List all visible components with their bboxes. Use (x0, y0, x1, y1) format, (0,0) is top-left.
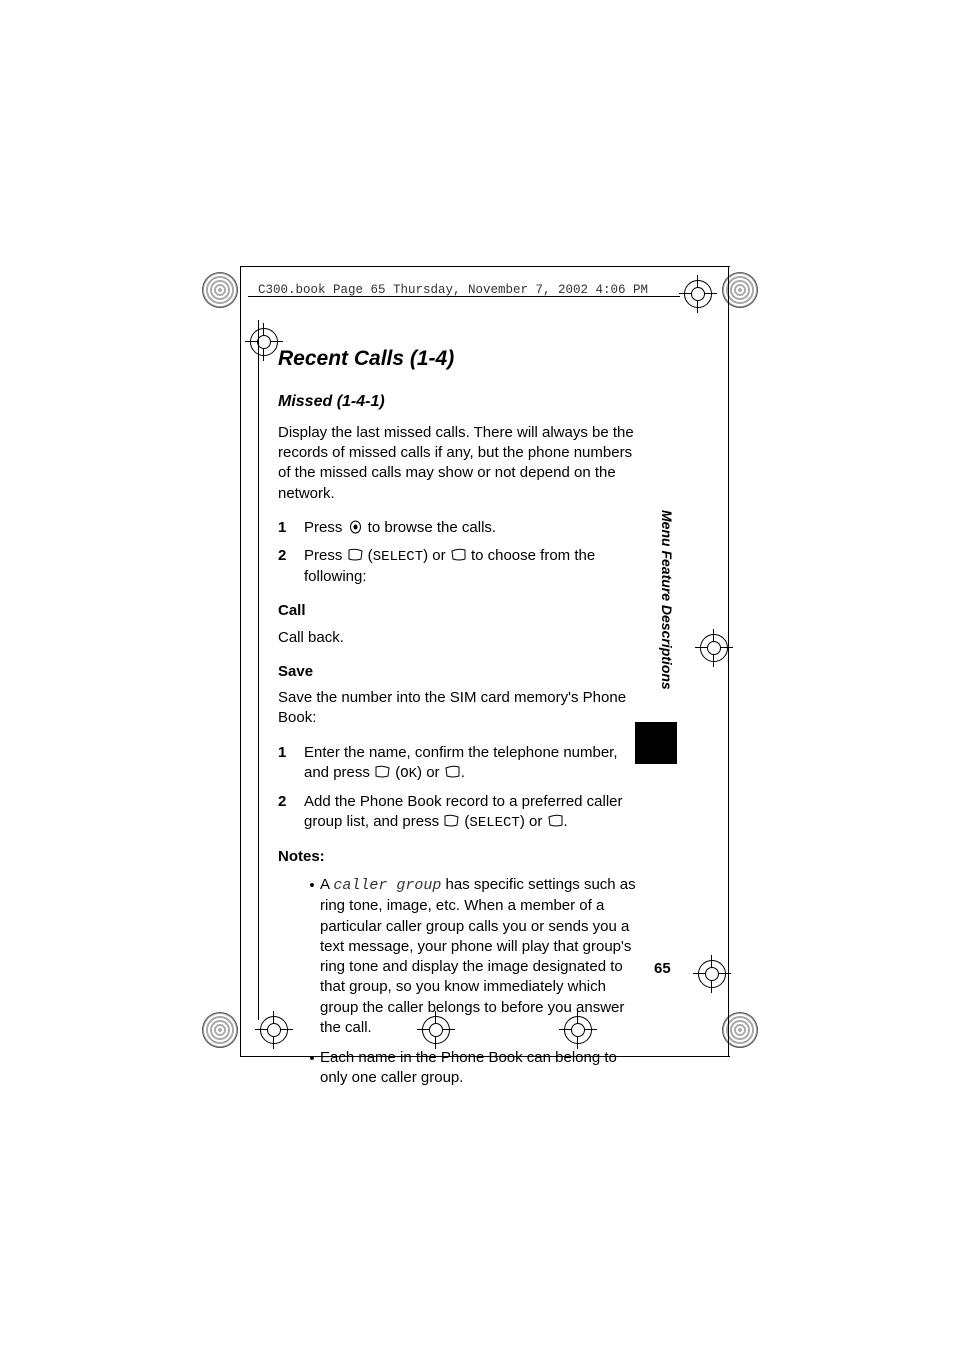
step-text: ) or (423, 547, 450, 564)
step-text: Press (304, 547, 347, 564)
note-text: has specific settings such as ring tone,… (320, 876, 636, 1036)
print-register-tr (684, 280, 712, 308)
print-register-b4 (698, 960, 726, 988)
crop-line (240, 266, 241, 1056)
bullet-icon: • (304, 1048, 320, 1089)
note-text: A (320, 876, 333, 893)
step-1: 1 Press to browse the calls. (278, 518, 643, 538)
step-text: Press (304, 519, 347, 536)
step-2: 2 Press (SELECT) or to choose from the f… (278, 546, 643, 587)
thumb-tab-lines (642, 726, 667, 747)
step-number: 2 (278, 546, 304, 587)
left-soft-icon (374, 765, 391, 779)
step-text: . (461, 764, 465, 781)
step-number: 1 (278, 743, 304, 784)
right-soft-icon (450, 548, 467, 562)
print-target-bl (200, 1010, 240, 1050)
page-body: Recent Calls (1-4) Missed (1-4-1) Displa… (278, 345, 643, 1099)
crop-line (258, 320, 259, 1020)
step-text: to browse the calls. (364, 519, 497, 536)
note-item-1: • A caller group has specific settings s… (304, 875, 643, 1038)
step-text: ) or (417, 764, 444, 781)
notes-list: • A caller group has specific settings s… (304, 875, 643, 1089)
save-steps: 1 Enter the name, confirm the telephone … (278, 743, 643, 833)
main-steps: 1 Press to browse the calls. 2 Press (SE… (278, 518, 643, 587)
softkey-label: SELECT (469, 815, 519, 831)
side-tab-label: Menu Feature Descriptions (659, 510, 675, 690)
softkey-label: SELECT (373, 549, 423, 565)
note-text: Each name in the Phone Book can belong t… (320, 1048, 643, 1089)
call-body: Call back. (278, 628, 643, 648)
print-target-tr (720, 270, 760, 310)
note-em: caller group (333, 877, 441, 894)
note-item-2: • Each name in the Phone Book can belong… (304, 1048, 643, 1089)
print-register-r (700, 634, 728, 662)
notes-heading: Notes: (278, 847, 643, 867)
section-heading: Recent Calls (1-4) (278, 345, 643, 373)
side-tab: Menu Feature Descriptions (657, 510, 677, 710)
save-intro: Save the number into the SIM card memory… (278, 688, 643, 729)
step-number: 2 (278, 792, 304, 833)
step-text: ) or (520, 813, 547, 830)
call-heading: Call (278, 601, 643, 621)
save-step-1: 1 Enter the name, confirm the telephone … (278, 743, 643, 784)
print-register-tl (250, 328, 278, 356)
crop-line (240, 266, 730, 267)
save-heading: Save (278, 662, 643, 682)
bullet-icon: • (304, 875, 320, 1038)
print-target-tl (200, 270, 240, 310)
left-soft-icon (443, 814, 460, 828)
nav-icon (347, 520, 364, 534)
step-text: Add the Phone Book record to a preferred… (304, 793, 623, 830)
crop-line (728, 266, 729, 1056)
right-soft-icon (444, 765, 461, 779)
print-target-br (720, 1010, 760, 1050)
left-soft-icon (347, 548, 364, 562)
subsection-heading: Missed (1-4-1) (278, 391, 643, 413)
right-soft-icon (547, 814, 564, 828)
page-number: 65 (654, 960, 671, 977)
step-number: 1 (278, 518, 304, 538)
intro-paragraph: Display the last missed calls. There wil… (278, 423, 643, 504)
save-step-2: 2 Add the Phone Book record to a preferr… (278, 792, 643, 833)
running-header: C300.book Page 65 Thursday, November 7, … (258, 283, 648, 297)
softkey-label: OK (400, 766, 417, 782)
step-text: . (564, 813, 568, 830)
